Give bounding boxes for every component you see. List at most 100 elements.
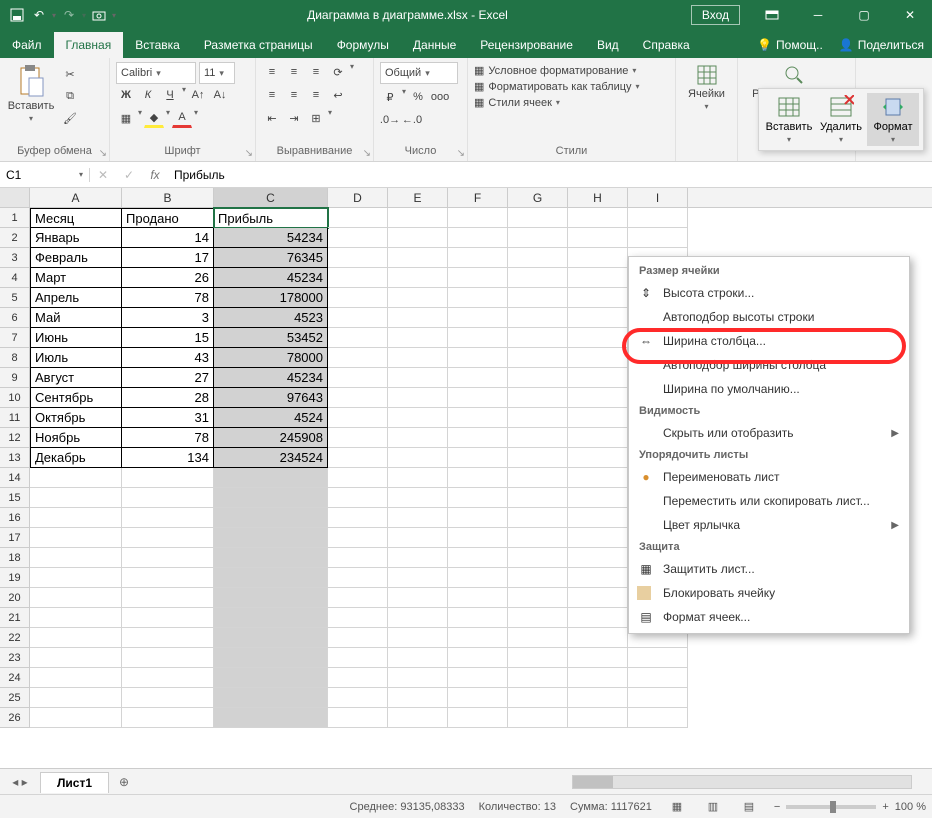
border-icon[interactable]: ▦	[116, 108, 136, 128]
italic-icon[interactable]: К	[138, 85, 158, 105]
font-color-icon[interactable]: A	[172, 108, 192, 128]
name-box[interactable]: C1▾	[0, 168, 90, 182]
col-header-H[interactable]: H	[568, 188, 628, 207]
cell[interactable]	[508, 208, 568, 228]
row-header[interactable]: 18	[0, 548, 29, 568]
clipboard-launcher[interactable]: ↘	[99, 148, 107, 159]
cell[interactable]	[508, 468, 568, 488]
grow-font-icon[interactable]: A↑	[188, 85, 208, 105]
cell[interactable]	[328, 628, 388, 648]
cell[interactable]	[122, 688, 214, 708]
tab-file[interactable]: Файл	[0, 32, 54, 58]
cell[interactable]	[568, 428, 628, 448]
row-header[interactable]: 12	[0, 428, 29, 448]
cell[interactable]	[30, 648, 122, 668]
cancel-icon[interactable]: ✕	[90, 168, 116, 182]
cell[interactable]	[388, 708, 448, 728]
align-bottom-icon[interactable]: ≡	[306, 62, 326, 82]
cell-styles[interactable]: ▦Стили ячеек▾	[474, 96, 560, 109]
cell[interactable]	[568, 608, 628, 628]
cell[interactable]	[122, 548, 214, 568]
row-header[interactable]: 1	[0, 208, 29, 228]
cell[interactable]	[508, 428, 568, 448]
sheet-nav[interactable]: ◂ ▸	[0, 775, 40, 789]
signin-button[interactable]: Вход	[691, 5, 740, 25]
cell[interactable]	[388, 688, 448, 708]
col-header-B[interactable]: B	[122, 188, 214, 207]
cell[interactable]	[388, 468, 448, 488]
tab-formulas[interactable]: Формулы	[325, 32, 401, 58]
cell[interactable]	[388, 288, 448, 308]
cell[interactable]	[122, 568, 214, 588]
tab-pagelayout[interactable]: Разметка страницы	[192, 32, 325, 58]
row-header[interactable]: 6	[0, 308, 29, 328]
cell[interactable]	[122, 648, 214, 668]
cell[interactable]: 78	[122, 288, 214, 308]
row-header[interactable]: 23	[0, 648, 29, 668]
cell[interactable]: 54234	[214, 228, 328, 248]
sheet-tab[interactable]: Лист1	[40, 772, 109, 793]
copy-icon[interactable]: ⧉	[60, 86, 80, 106]
row-header[interactable]: 22	[0, 628, 29, 648]
cell[interactable]	[328, 708, 388, 728]
cell[interactable]	[568, 208, 628, 228]
cell[interactable]	[30, 528, 122, 548]
cell[interactable]: 45234	[214, 368, 328, 388]
cell[interactable]	[448, 628, 508, 648]
format-as-table[interactable]: ▦Форматировать как таблицу▾	[474, 80, 640, 93]
cell[interactable]: Июнь	[30, 328, 122, 348]
cell[interactable]	[122, 588, 214, 608]
cell[interactable]	[328, 548, 388, 568]
cell[interactable]	[328, 388, 388, 408]
cell[interactable]	[328, 608, 388, 628]
cell[interactable]	[328, 528, 388, 548]
cell[interactable]	[568, 648, 628, 668]
row-header[interactable]: 16	[0, 508, 29, 528]
protect-sheet-item[interactable]: ▦Защитить лист...	[629, 557, 909, 581]
cell[interactable]	[568, 548, 628, 568]
cell[interactable]	[568, 688, 628, 708]
cell[interactable]	[388, 508, 448, 528]
maximize-icon[interactable]: ▢	[842, 0, 886, 30]
cell[interactable]	[508, 708, 568, 728]
row-header[interactable]: 26	[0, 708, 29, 728]
cell[interactable]	[214, 548, 328, 568]
row-header[interactable]: 13	[0, 448, 29, 468]
cell[interactable]	[328, 428, 388, 448]
row-header[interactable]: 7	[0, 328, 29, 348]
cell[interactable]: Февраль	[30, 248, 122, 268]
cell[interactable]	[448, 588, 508, 608]
format-cells-button[interactable]: Формат▾	[867, 93, 919, 146]
align-launcher[interactable]: ↘	[363, 148, 371, 159]
cut-icon[interactable]: ✂	[60, 64, 80, 84]
cell[interactable]	[30, 708, 122, 728]
zoom-slider[interactable]	[786, 805, 876, 809]
increase-indent-icon[interactable]: ⇥	[284, 108, 304, 128]
col-header-A[interactable]: A	[30, 188, 122, 207]
cell[interactable]	[628, 208, 688, 228]
cell[interactable]	[568, 268, 628, 288]
cell[interactable]	[388, 348, 448, 368]
underline-icon[interactable]: Ч	[160, 85, 180, 105]
cell[interactable]	[388, 308, 448, 328]
cell[interactable]	[388, 448, 448, 468]
row-header[interactable]: 17	[0, 528, 29, 548]
cell[interactable]: 15	[122, 328, 214, 348]
cell[interactable]	[508, 248, 568, 268]
cells-button[interactable]: Ячейки▾	[682, 62, 731, 113]
redo-icon[interactable]: ↷	[60, 6, 78, 24]
tab-help[interactable]: Справка	[631, 32, 702, 58]
cell[interactable]	[448, 328, 508, 348]
cell[interactable]	[628, 228, 688, 248]
cell[interactable]	[508, 268, 568, 288]
save-icon[interactable]	[8, 6, 26, 24]
cell[interactable]	[328, 568, 388, 588]
row-header[interactable]: 3	[0, 248, 29, 268]
column-width-item[interactable]: ⇔Ширина столбца...	[629, 329, 909, 353]
bold-icon[interactable]: Ж	[116, 85, 136, 105]
cell[interactable]	[30, 668, 122, 688]
cell[interactable]: 76345	[214, 248, 328, 268]
cell[interactable]	[30, 688, 122, 708]
cell[interactable]	[448, 308, 508, 328]
rename-sheet-item[interactable]: ●Переименовать лист	[629, 465, 909, 489]
